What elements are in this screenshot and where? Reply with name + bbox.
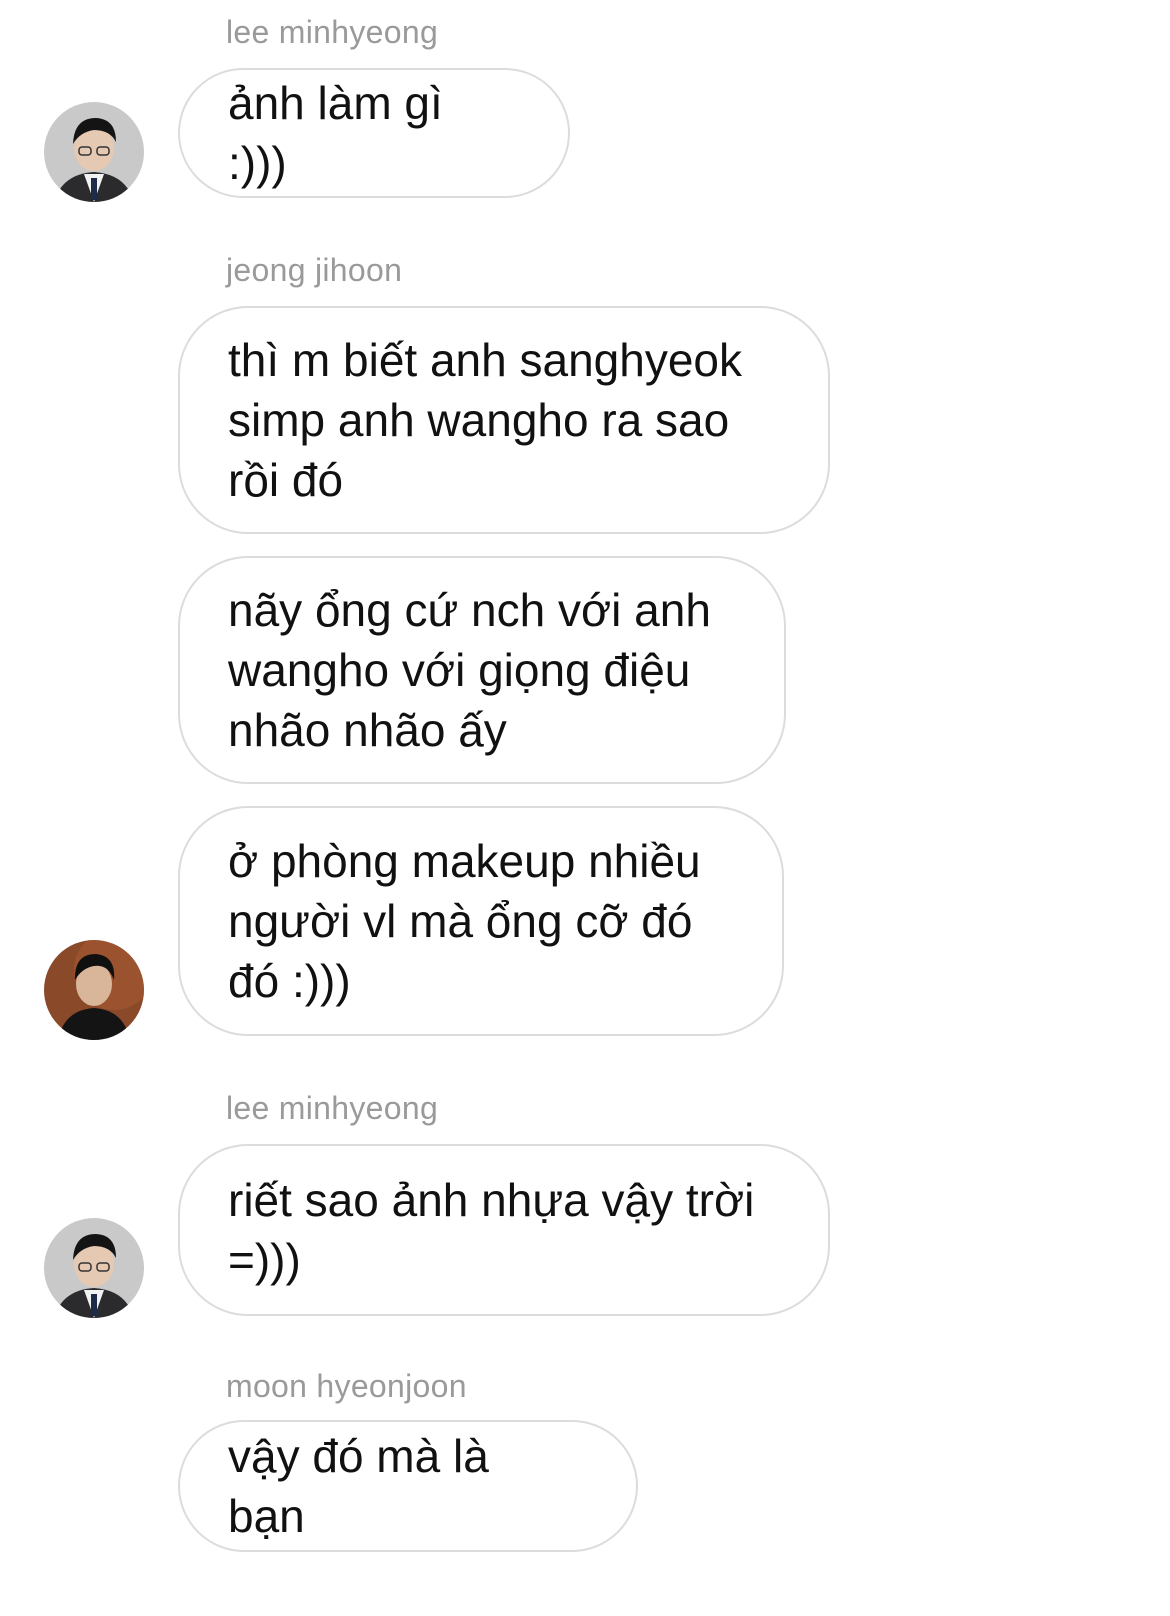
message-bubble[interactable]: thì m biết anh sanghyeok simp anh wangho… [178, 306, 830, 534]
message-text: ở phòng makeup nhiều người vl mà ổng cỡ … [228, 835, 701, 1007]
avatar-photo-icon [44, 1218, 144, 1318]
sender-name: jeong jihoon [226, 252, 403, 288]
message-text: riết sao ảnh nhựa vậy trời =))) [228, 1174, 755, 1286]
message-text: vậy đó mà là bạn [228, 1430, 489, 1542]
avatar-lee-minhyeong[interactable] [44, 102, 144, 202]
message-bubble[interactable]: vậy đó mà là bạn [178, 1420, 638, 1552]
avatar-lee-minhyeong[interactable] [44, 1218, 144, 1318]
message-text: nãy ổng cứ nch với anh wangho với giọng … [228, 584, 711, 756]
sender-name: moon hyeonjoon [226, 1368, 467, 1404]
message-bubble[interactable]: riết sao ảnh nhựa vậy trời =))) [178, 1144, 830, 1316]
avatar-photo-icon [44, 940, 144, 1040]
sender-name: lee minhyeong [226, 14, 439, 50]
message-text: ảnh làm gì :))) [228, 77, 443, 189]
message-text: thì m biết anh sanghyeok simp anh wangho… [228, 334, 742, 506]
avatar-photo-icon [44, 102, 144, 202]
message-bubble[interactable]: nãy ổng cứ nch với anh wangho với giọng … [178, 556, 786, 784]
sender-name: lee minhyeong [226, 1090, 439, 1126]
avatar-jeong-jihoon[interactable] [44, 940, 144, 1040]
message-bubble[interactable]: ở phòng makeup nhiều người vl mà ổng cỡ … [178, 806, 784, 1036]
message-bubble[interactable]: ảnh làm gì :))) [178, 68, 570, 198]
